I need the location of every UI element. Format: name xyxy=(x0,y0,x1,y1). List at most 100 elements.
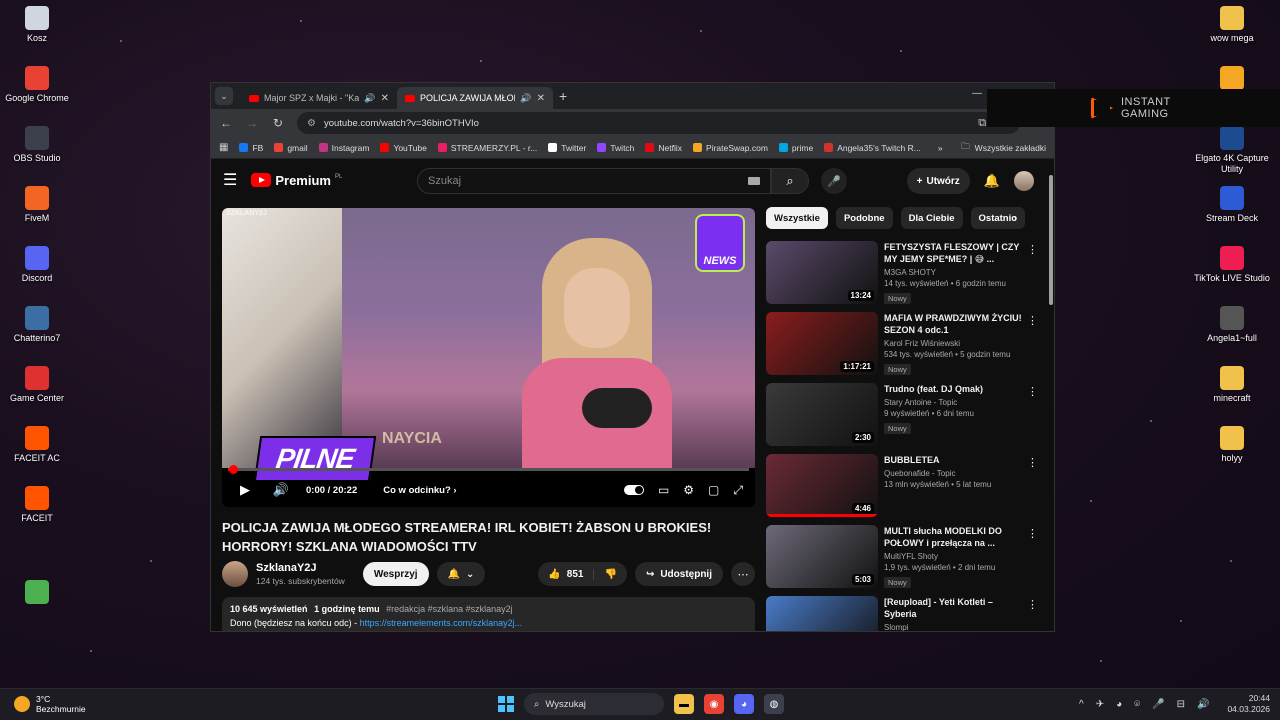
discord-taskbar-icon[interactable]: ◕ xyxy=(734,694,754,714)
more-actions-button[interactable]: ⋯ xyxy=(731,562,755,586)
desktop-icon[interactable]: Game Center xyxy=(0,366,77,404)
desktop-icon[interactable]: TikTok LIVE Studio xyxy=(1192,246,1272,284)
recommendation-channel[interactable]: Slompi xyxy=(884,623,1024,631)
search-input[interactable]: Szukaj xyxy=(417,168,771,194)
recommendation-title[interactable]: MAFIA W PRAWDZIWYM ŻYCIU! SEZON 4 odc.1 xyxy=(884,312,1024,336)
install-app-icon[interactable]: ⧉ xyxy=(978,117,986,130)
hashtags[interactable]: #redakcja #szklana #szklanay2j xyxy=(386,604,513,614)
speaker-icon[interactable]: 🔊 xyxy=(364,93,375,104)
dislike-button[interactable]: 👎 xyxy=(594,569,626,580)
video-thumbnail[interactable]: 2:30 xyxy=(766,383,878,446)
network-icon[interactable]: ⌾ xyxy=(1134,699,1140,710)
site-info-icon[interactable]: ⚙ xyxy=(307,118,316,129)
desktop-icon[interactable]: minecraft xyxy=(1192,366,1272,404)
weather-widget[interactable]: 3°C Bezchmurnie xyxy=(14,694,86,714)
channel-avatar[interactable] xyxy=(222,561,248,587)
youtube-logo[interactable]: Premium PL xyxy=(251,173,342,188)
apps-grid-icon[interactable]: ▦ xyxy=(219,142,228,153)
filter-chip[interactable]: Dla Ciebie xyxy=(900,207,963,229)
clock[interactable]: 20:44 04.03.2026 xyxy=(1227,693,1270,715)
recommendation-item[interactable]: 1:17:21 MAFIA W PRAWDZIWYM ŻYCIU! SEZON 4… xyxy=(766,312,1038,380)
share-button[interactable]: ↪ Udostępnij xyxy=(634,562,723,586)
more-options-icon[interactable]: ⋮ xyxy=(1027,385,1038,398)
bookmark-item[interactable]: Netflix xyxy=(645,143,682,153)
voice-search-button[interactable]: 🎤 xyxy=(821,168,847,194)
more-options-icon[interactable]: ⋮ xyxy=(1027,598,1038,611)
more-options-icon[interactable]: ⋮ xyxy=(1027,527,1038,540)
recommendation-channel[interactable]: Stary Antoine - Topic xyxy=(884,398,1024,407)
recommendation-item[interactable]: 2:30 Trudno (feat. DJ Qmak) Stary Antoine … xyxy=(766,383,1038,451)
forward-icon[interactable]: → xyxy=(245,116,259,130)
create-button[interactable]: + Utwórz xyxy=(906,168,970,194)
more-bookmarks-icon[interactable]: » xyxy=(938,143,943,153)
recommendation-item[interactable]: [Reupload] - Yeti Kotleti – Syberia Slomp… xyxy=(766,596,1038,631)
recommendation-item[interactable]: 4:46 BUBBLETEA Quebonafide - Topic 13 mln w… xyxy=(766,454,1038,522)
tray-overflow-icon[interactable]: ^ xyxy=(1079,699,1084,710)
obs-taskbar-icon[interactable]: ◍ xyxy=(764,694,784,714)
desktop-icon[interactable]: holyy xyxy=(1192,426,1272,464)
notifications-bell-icon[interactable]: 🔔 xyxy=(984,173,1000,189)
chevron-right-icon[interactable]: › xyxy=(1013,211,1017,225)
minimize-icon[interactable]: — xyxy=(972,88,982,99)
desktop-icon[interactable]: FACEIT xyxy=(0,486,77,524)
recommendation-channel[interactable]: MultiYFL Shoty xyxy=(884,552,1024,561)
play-icon[interactable]: ▶ xyxy=(234,482,256,498)
close-tab-icon[interactable]: ✕ xyxy=(381,93,389,104)
donation-link[interactable]: https://streamelements.com/szklanay2j... xyxy=(360,618,523,628)
recommendation-item[interactable]: 5:03 MULTI słucha MODELKI DO POŁOWY i prz… xyxy=(766,525,1038,593)
reload-icon[interactable]: ↻ xyxy=(271,116,285,130)
like-button[interactable]: 👍 851 xyxy=(538,568,595,580)
desktop-icon[interactable]: FACEIT AC xyxy=(0,426,77,464)
ethernet-icon[interactable]: ⊟ xyxy=(1177,699,1185,710)
desktop-icon[interactable]: Angela1~full xyxy=(1192,306,1272,344)
desktop-icon[interactable]: FiveM xyxy=(0,186,77,224)
microphone-icon[interactable]: 🎤 xyxy=(1152,699,1164,710)
more-options-icon[interactable]: ⋮ xyxy=(1027,243,1038,256)
start-button[interactable] xyxy=(498,696,514,712)
subtitles-icon[interactable]: ▭ xyxy=(658,483,669,497)
theater-mode-icon[interactable]: ▢ xyxy=(708,483,719,497)
desktop-icon[interactable] xyxy=(0,580,77,607)
file-explorer-icon[interactable]: ▬ xyxy=(674,694,694,714)
desktop-icon[interactable]: Discord xyxy=(0,246,77,284)
tab-policja[interactable]: POLICJA ZAWIJA MŁODEGO 🔊 ✕ xyxy=(397,87,553,109)
chapters-button[interactable]: Co w odcinku? › xyxy=(383,485,456,496)
desktop-icon[interactable]: Google Chrome xyxy=(0,66,77,104)
recommendation-title[interactable]: FETYSZYSTA FLESZOWY | CZY MY JEMY SPE*ME… xyxy=(884,241,1024,265)
support-button[interactable]: Wesprzyj xyxy=(362,562,429,586)
bookmark-item[interactable]: Instagram xyxy=(318,143,369,153)
recommendation-channel[interactable]: Karol Friz Wiśniewski xyxy=(884,339,1024,348)
all-bookmarks[interactable]: 🗀 Wszystkie zakładki xyxy=(961,141,1046,155)
tray-app-icon[interactable]: ✈ xyxy=(1096,699,1104,710)
recommendation-title[interactable]: BUBBLETEA xyxy=(884,454,1024,466)
url-field[interactable]: ⚙ youtube.com/watch?v=36binOTHVIo ⧉ ☆ xyxy=(297,112,1020,134)
desktop-icon[interactable]: Stream Deck xyxy=(1192,186,1272,224)
bookmark-item[interactable]: STREAMERZY.PL - r... xyxy=(437,143,537,153)
video-thumbnail[interactable]: 5:03 xyxy=(766,525,878,588)
new-tab-button[interactable]: + xyxy=(559,88,567,104)
filter-chip[interactable]: Podobne xyxy=(835,207,893,229)
account-avatar[interactable] xyxy=(1014,171,1034,191)
fullscreen-icon[interactable]: ⤢ xyxy=(733,483,743,498)
menu-icon[interactable]: ☰ xyxy=(223,170,237,190)
channel-name[interactable]: SzklanaY2J xyxy=(256,562,345,574)
autoplay-toggle[interactable] xyxy=(623,485,644,495)
bookmark-item[interactable]: PirateSwap.com xyxy=(693,143,768,153)
discord-tray-icon[interactable]: ◕ xyxy=(1116,699,1122,710)
bookmark-item[interactable]: Twitter xyxy=(548,143,586,153)
recommendation-title[interactable]: [Reupload] - Yeti Kotleti – Syberia xyxy=(884,596,1024,620)
more-options-icon[interactable]: ⋮ xyxy=(1027,314,1038,327)
tab-major-spz[interactable]: Major SPZ x Majki - "Kalini 🔊 ✕ xyxy=(241,87,397,109)
volume-icon[interactable]: 🔊 xyxy=(270,482,292,498)
recommendation-channel[interactable]: M3GA SHOTY xyxy=(884,268,1024,277)
video-thumbnail[interactable]: 13:24 xyxy=(766,241,878,304)
taskbar-search[interactable]: ⌕ Wyszukaj xyxy=(524,693,664,715)
settings-gear-icon[interactable]: ⚙ xyxy=(683,483,694,497)
bookmark-item[interactable]: Twitch xyxy=(597,143,634,153)
bookmark-item[interactable]: Angela35's Twitch R... xyxy=(824,143,921,153)
video-thumbnail[interactable] xyxy=(766,596,878,631)
desktop-icon[interactable]: Elgato 4K Capture Utility xyxy=(1192,126,1272,175)
video-thumbnail[interactable]: 4:46 xyxy=(766,454,878,517)
speaker-icon[interactable]: 🔊 xyxy=(520,93,531,104)
desktop-icon[interactable]: Kosz xyxy=(0,6,77,44)
